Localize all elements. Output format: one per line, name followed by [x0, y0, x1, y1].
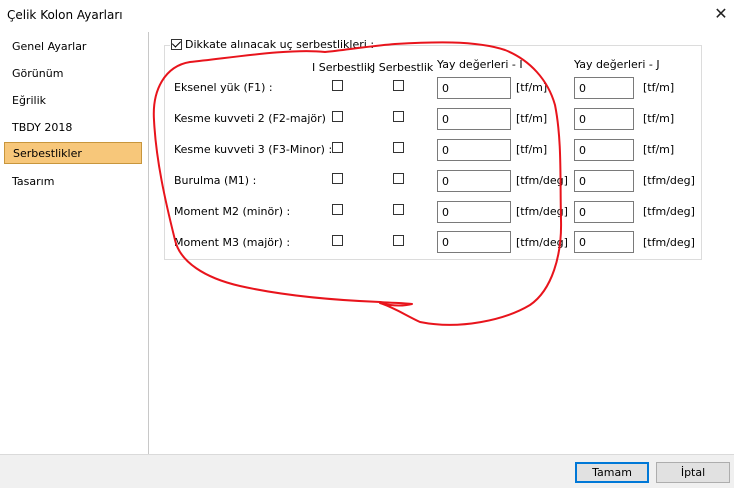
unit-j-moment-m2: [tfm/deg]: [643, 205, 695, 218]
header-spring-j: Yay değerleri - J: [574, 58, 660, 71]
j-release-checkbox-shear-2[interactable]: [393, 111, 404, 122]
spring-j-input-moment-m2[interactable]: [574, 201, 634, 223]
title-bar: Çelik Kolon Ayarları ✕: [0, 0, 734, 30]
enable-releases-checkbox[interactable]: [171, 39, 182, 50]
window-title: Çelik Kolon Ayarları: [7, 8, 123, 22]
j-release-checkbox-moment-m3[interactable]: [393, 235, 404, 246]
row-label-axial: Eksenel yük (F1) :: [174, 81, 273, 94]
spring-j-input-torsion[interactable]: [574, 170, 634, 192]
unit-i-axial: [tf/m]: [516, 81, 548, 94]
sidebar-item-tasarim[interactable]: Tasarım: [4, 171, 142, 193]
unit-j-shear-2: [tf/m]: [643, 112, 675, 125]
close-icon[interactable]: ✕: [711, 4, 731, 24]
row-label-shear-2: Kesme kuvveti 2 (F2-majör): [174, 112, 326, 125]
j-release-checkbox-moment-m2[interactable]: [393, 204, 404, 215]
releases-group-label: Dikkate alınacak uç serbestlikleri :: [185, 38, 375, 51]
i-release-checkbox-moment-m2[interactable]: [332, 204, 343, 215]
unit-j-axial: [tf/m]: [643, 81, 675, 94]
cancel-button[interactable]: İptal: [656, 462, 730, 483]
spring-j-input-shear-2[interactable]: [574, 108, 634, 130]
unit-j-moment-m3: [tfm/deg]: [643, 236, 695, 249]
header-spring-i: Yay değerleri - I: [437, 58, 523, 71]
unit-i-moment-m3: [tfm/deg]: [516, 236, 568, 249]
i-release-checkbox-shear-3[interactable]: [332, 142, 343, 153]
spring-i-input-torsion[interactable]: [437, 170, 511, 192]
spring-i-input-shear-2[interactable]: [437, 108, 511, 130]
sidebar-item-genel-ayarlar[interactable]: Genel Ayarlar: [4, 36, 142, 58]
row-label-moment-m2: Moment M2 (minör) :: [174, 205, 291, 218]
sidebar-item-tbdy-2018[interactable]: TBDY 2018: [4, 117, 142, 139]
spring-i-input-moment-m3[interactable]: [437, 231, 511, 253]
spring-j-input-moment-m3[interactable]: [574, 231, 634, 253]
spring-i-input-shear-3[interactable]: [437, 139, 511, 161]
i-release-checkbox-moment-m3[interactable]: [332, 235, 343, 246]
unit-i-moment-m2: [tfm/deg]: [516, 205, 568, 218]
row-label-moment-m3: Moment M3 (majör) :: [174, 236, 291, 249]
j-release-checkbox-axial[interactable]: [393, 80, 404, 91]
unit-i-torsion: [tfm/deg]: [516, 174, 568, 187]
spring-j-input-shear-3[interactable]: [574, 139, 634, 161]
spring-j-input-axial[interactable]: [574, 77, 634, 99]
sidebar-item-serbestlikler[interactable]: Serbestlikler: [4, 142, 142, 164]
sidebar-item-gorunum[interactable]: Görünüm: [4, 63, 142, 85]
j-release-checkbox-torsion[interactable]: [393, 173, 404, 184]
unit-j-shear-3: [tf/m]: [643, 143, 675, 156]
spring-i-input-axial[interactable]: [437, 77, 511, 99]
j-release-checkbox-shear-3[interactable]: [393, 142, 404, 153]
row-label-torsion: Burulma (M1) :: [174, 174, 257, 187]
header-i-release: I Serbestlik: [312, 61, 374, 74]
i-release-checkbox-axial[interactable]: [332, 80, 343, 91]
ok-button[interactable]: Tamam: [575, 462, 649, 483]
spring-i-input-moment-m2[interactable]: [437, 201, 511, 223]
sidebar-item-egrilik[interactable]: Eğrilik: [4, 90, 142, 112]
unit-i-shear-2: [tf/m]: [516, 112, 548, 125]
unit-j-torsion: [tfm/deg]: [643, 174, 695, 187]
releases-group-title: Dikkate alınacak uç serbestlikleri :: [170, 38, 378, 52]
unit-i-shear-3: [tf/m]: [516, 143, 548, 156]
i-release-checkbox-shear-2[interactable]: [332, 111, 343, 122]
sidebar-nav: Genel Ayarlar Görünüm Eğrilik TBDY 2018 …: [1, 32, 149, 454]
i-release-checkbox-torsion[interactable]: [332, 173, 343, 184]
row-label-shear-3: Kesme kuvveti 3 (F3-Minor) :: [174, 143, 333, 156]
header-j-release: J Serbestlik: [372, 61, 434, 74]
